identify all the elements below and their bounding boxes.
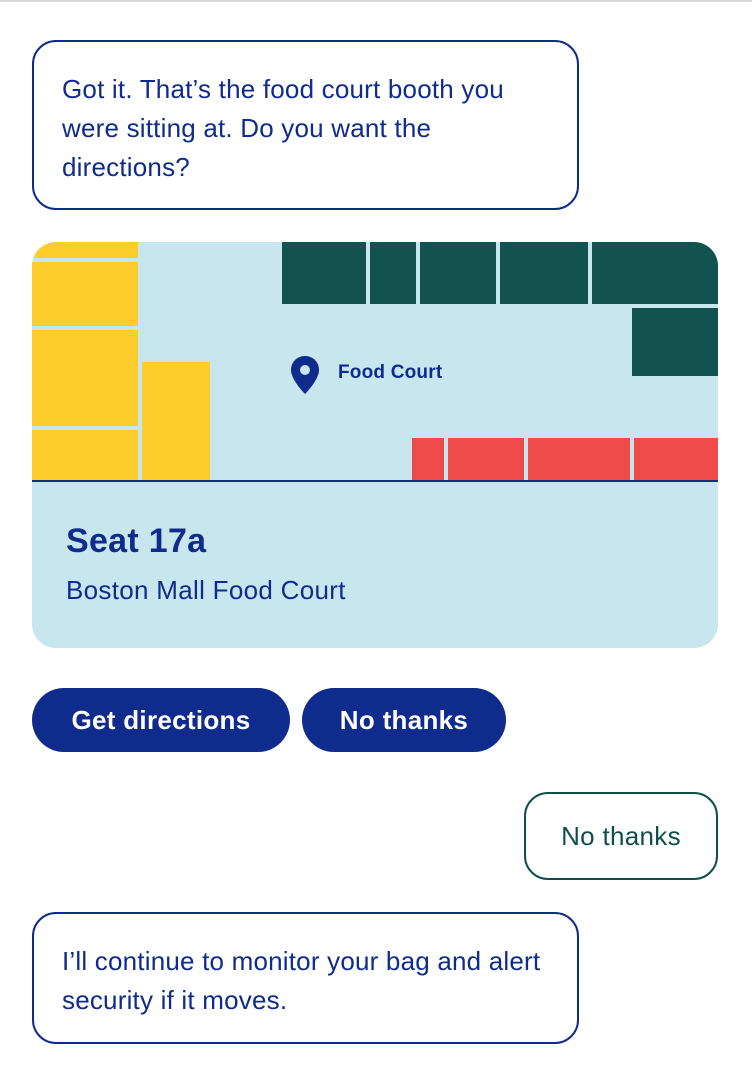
map-store-block <box>528 438 630 480</box>
location-card[interactable]: Food Court Seat 17a Boston Mall Food Cou… <box>32 242 718 648</box>
map-store-block <box>632 308 718 376</box>
map-store-block <box>32 430 138 480</box>
bot-message: I’ll continue to monitor your bag and al… <box>32 912 579 1044</box>
map-divider <box>32 480 718 482</box>
bot-message: Got it. That’s the food court booth you … <box>32 40 579 210</box>
map-store-block <box>448 438 524 480</box>
seat-title: Seat 17a <box>66 522 207 560</box>
map-store-block <box>592 242 718 304</box>
map-pin-icon <box>291 356 319 394</box>
map-store-block <box>32 330 138 426</box>
map-store-block <box>500 242 588 304</box>
bot-message-text: I’ll continue to monitor your bag and al… <box>62 946 541 1015</box>
map-store-block <box>420 242 496 304</box>
user-message: No thanks <box>524 792 718 880</box>
venue-name: Boston Mall Food Court <box>66 575 346 605</box>
map-store-block <box>32 262 138 326</box>
map-location-label: Food Court <box>338 362 443 383</box>
user-message-text: No thanks <box>561 820 681 851</box>
no-thanks-button[interactable]: No thanks <box>302 688 506 752</box>
get-directions-button[interactable]: Get directions <box>32 688 290 752</box>
map-store-block <box>282 242 366 304</box>
map-store-block <box>412 438 444 480</box>
map-store-block <box>634 438 718 480</box>
map-store-block <box>370 242 416 304</box>
top-divider <box>0 0 752 2</box>
food-court-map: Food Court <box>32 242 718 482</box>
bot-message-text: Got it. That’s the food court booth you … <box>62 74 504 182</box>
map-store-block <box>32 242 138 258</box>
map-store-block <box>142 362 210 480</box>
